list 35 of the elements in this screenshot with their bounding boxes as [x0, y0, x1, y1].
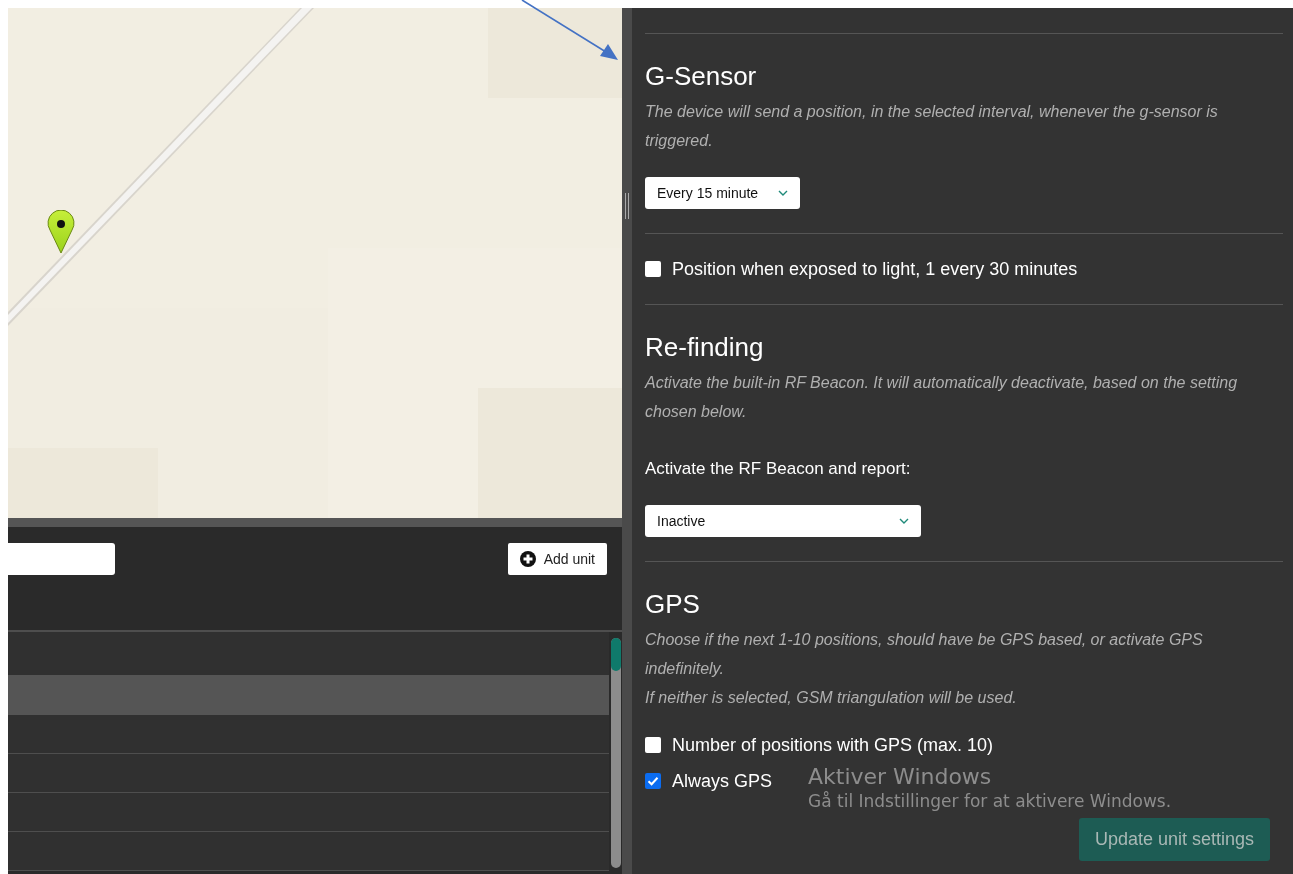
unit-row[interactable]	[8, 832, 609, 871]
unit-row[interactable]	[8, 675, 609, 715]
add-unit-button[interactable]: Add unit	[507, 543, 607, 575]
unit-row[interactable]	[8, 754, 609, 793]
field-label: Activate the RF Beacon and report:	[645, 459, 912, 479]
dropdown-select[interactable]: Every 15 minute	[645, 177, 800, 209]
section-description: Activate the built-in RF Beacon. It will automatically deactivate, based on the setting chosen below.	[645, 373, 1239, 422]
checkbox[interactable]	[645, 737, 661, 753]
update-settings-button[interactable]: Update unit settings	[1078, 818, 1270, 861]
section-heading: GPS	[645, 589, 701, 619]
section-description: If neither is selected, GSM triangulation will be used.	[645, 688, 1018, 708]
search-field[interactable]	[8, 543, 115, 575]
checkbox[interactable]	[645, 261, 661, 277]
plus-circle-icon	[519, 551, 536, 567]
unit-row[interactable]	[8, 632, 609, 675]
section-heading: Re-finding	[645, 332, 765, 362]
unit-row[interactable]	[8, 715, 609, 754]
section-heading: G-Sensor	[645, 61, 758, 91]
checkbox-label: Number of positions with GPS (max. 10)	[672, 734, 994, 756]
scrollbar-thumb[interactable]	[611, 638, 621, 671]
section-description: Choose if the next 1-10 positions, should have be GPS based, or activate GPS indefinitely.	[645, 630, 1204, 679]
checkbox-label: Always GPS	[672, 770, 773, 792]
checkbox-label: Position when exposed to light, 1 every 30 minutes	[672, 258, 1078, 280]
watermark-text: Gå til Indstillinger for at aktivere Windows.	[808, 790, 1172, 813]
section-description: The device will send a position, in the selected interval, whenever the g-sensor is triggered.	[645, 102, 1219, 151]
splitter-bar[interactable]	[8, 518, 622, 527]
scrollbar[interactable]	[611, 638, 621, 868]
dropdown-select[interactable]: Inactive	[645, 505, 921, 537]
map-marker-icon[interactable]	[47, 210, 75, 254]
checkbox[interactable]	[645, 773, 661, 789]
resize-handle[interactable]	[625, 193, 629, 219]
unit-row[interactable]	[8, 793, 609, 832]
watermark-title: Aktiver Windows	[808, 766, 992, 788]
chevron-down-icon	[778, 190, 788, 196]
chevron-down-icon	[899, 518, 909, 524]
